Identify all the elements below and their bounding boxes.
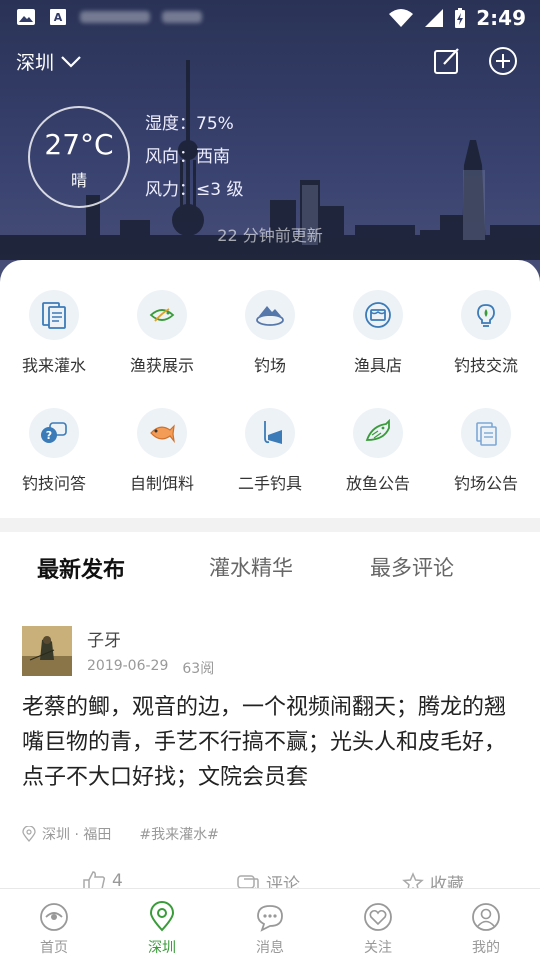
blurred-status-text bbox=[162, 11, 202, 23]
nav-label: 深圳 bbox=[148, 940, 176, 956]
post-tags: 深圳 · 福田 #我来灌水# bbox=[22, 824, 219, 844]
nav-label: 关注 bbox=[364, 940, 392, 956]
fish-release-icon bbox=[353, 408, 403, 458]
humidity-text: 湿度：75% bbox=[145, 114, 234, 134]
temperature-badge: 27°C 晴 bbox=[28, 106, 130, 208]
menu-item-spot-notice[interactable]: 钓场公告 bbox=[432, 408, 540, 494]
chevron-down-icon bbox=[61, 55, 81, 68]
menu-label: 钓技问答 bbox=[21, 474, 86, 493]
menu-label: 渔具店 bbox=[353, 356, 402, 375]
question-chat-icon: ? bbox=[29, 408, 79, 458]
menu-label: 钓技交流 bbox=[453, 356, 518, 375]
home-eye-icon bbox=[40, 903, 68, 931]
status-bar: A 2:49 bbox=[0, 0, 540, 36]
location-text: 深圳 · 福田 bbox=[42, 827, 112, 843]
image-notification-icon bbox=[17, 9, 35, 25]
post-content[interactable]: 老蔡的鲫，观音的边，一个视频闹翻天；腾龙的翘嘴巨物的青，手艺不行搞不赢；光头人和… bbox=[22, 690, 522, 795]
menu-item-used-tackle[interactable]: 二手钓具 bbox=[216, 408, 324, 494]
post-location: 深圳 · 福田 bbox=[22, 824, 111, 844]
city-name: 深圳 bbox=[16, 52, 55, 74]
bulb-icon bbox=[461, 290, 511, 340]
update-time: 22 分钟前更新 bbox=[217, 226, 323, 245]
menu-item-skill-exchange[interactable]: 钓技交流 bbox=[432, 290, 540, 376]
nav-city[interactable]: 深圳 bbox=[108, 889, 216, 960]
fish-bait-icon bbox=[137, 408, 187, 458]
tab-best[interactable]: 灌水精华 bbox=[209, 552, 293, 582]
compose-icon[interactable] bbox=[432, 46, 462, 76]
nav-messages[interactable]: 消息 bbox=[216, 889, 324, 960]
menu-label: 钓场 bbox=[253, 356, 286, 375]
svg-text:?: ? bbox=[46, 429, 52, 442]
wind-direction-text: 风向：西南 bbox=[145, 147, 230, 167]
notice-icon bbox=[461, 408, 511, 458]
status-notifications: A bbox=[16, 8, 202, 26]
post-author[interactable]: 子牙 bbox=[87, 626, 121, 651]
nav-home[interactable]: 首页 bbox=[0, 889, 108, 960]
menu-item-bait[interactable]: 自制饵料 bbox=[108, 408, 216, 494]
tab-most-comments[interactable]: 最多评论 bbox=[370, 552, 454, 582]
weather-details: 湿度：75% 风向：西南 风力：≤3 级 bbox=[145, 108, 243, 207]
wind-force-text: 风力：≤3 级 bbox=[145, 180, 244, 200]
menu-item-fishing-spot[interactable]: 钓场 bbox=[216, 290, 324, 376]
fish-catch-icon bbox=[137, 290, 187, 340]
bottom-navigation: 首页 深圳 消息 关注 我的 bbox=[0, 888, 540, 960]
tab-latest[interactable]: 最新发布 bbox=[37, 552, 125, 584]
menu-item-catch-show[interactable]: 渔获展示 bbox=[108, 290, 216, 376]
nav-label: 首页 bbox=[40, 940, 68, 956]
add-circle-icon[interactable] bbox=[488, 46, 518, 76]
post-date: 2019-06-29 bbox=[87, 658, 169, 674]
nav-label: 我的 bbox=[472, 940, 500, 956]
shop-icon bbox=[353, 290, 403, 340]
signal-icon bbox=[425, 9, 444, 27]
location-pin-icon bbox=[22, 826, 36, 842]
avatar[interactable] bbox=[22, 626, 72, 676]
feature-menu: 我来灌水 渔获展示 钓场 渔具店 钓技交流 ? 钓技问答 自制饵料 二手钓具 放… bbox=[0, 260, 540, 520]
status-system: 2:49 bbox=[388, 6, 526, 30]
nav-follow[interactable]: 关注 bbox=[324, 889, 432, 960]
menu-label: 放鱼公告 bbox=[345, 474, 410, 493]
weather-condition: 晴 bbox=[70, 171, 87, 190]
menu-label: 我来灌水 bbox=[21, 356, 86, 375]
chat-bubble-icon bbox=[257, 905, 283, 932]
blurred-status-text bbox=[80, 11, 150, 23]
svg-text:A: A bbox=[54, 11, 63, 24]
battery-charging-icon bbox=[455, 8, 466, 28]
topic-tag[interactable]: #我来灌水# bbox=[139, 824, 218, 844]
menu-label: 渔获展示 bbox=[129, 356, 194, 375]
fishing-tackle-icon bbox=[245, 408, 295, 458]
weather-header: A 2:49 深圳 27°C 晴 湿度：75% 风向：西南 风力：≤3 级 22… bbox=[0, 0, 540, 300]
text-notification-icon: A bbox=[50, 9, 66, 25]
lake-icon bbox=[245, 290, 295, 340]
nav-label: 消息 bbox=[256, 940, 284, 956]
feed-tabs: 最新发布 灌水精华 最多评论 bbox=[0, 548, 540, 588]
post-views: 63阅 bbox=[182, 661, 215, 677]
user-icon bbox=[472, 903, 500, 931]
menu-item-tackle-shop[interactable]: 渔具店 bbox=[324, 290, 432, 376]
heart-star-icon bbox=[364, 903, 392, 931]
menu-label: 自制饵料 bbox=[129, 474, 194, 493]
menu-item-post[interactable]: 我来灌水 bbox=[0, 290, 108, 376]
city-selector[interactable]: 深圳 bbox=[16, 48, 82, 75]
temperature-value: 27°C bbox=[44, 128, 114, 161]
menu-item-qa[interactable]: ? 钓技问答 bbox=[0, 408, 108, 494]
menu-label: 二手钓具 bbox=[237, 474, 302, 493]
status-time: 2:49 bbox=[476, 6, 526, 30]
location-pin-icon bbox=[149, 901, 175, 932]
post-meta: 2019-06-29 63阅 bbox=[87, 658, 214, 678]
wifi-icon bbox=[389, 9, 414, 27]
nav-profile[interactable]: 我的 bbox=[432, 889, 540, 960]
document-icon bbox=[29, 290, 79, 340]
section-divider bbox=[0, 518, 540, 532]
menu-item-fish-release[interactable]: 放鱼公告 bbox=[324, 408, 432, 494]
menu-label: 钓场公告 bbox=[453, 474, 518, 493]
